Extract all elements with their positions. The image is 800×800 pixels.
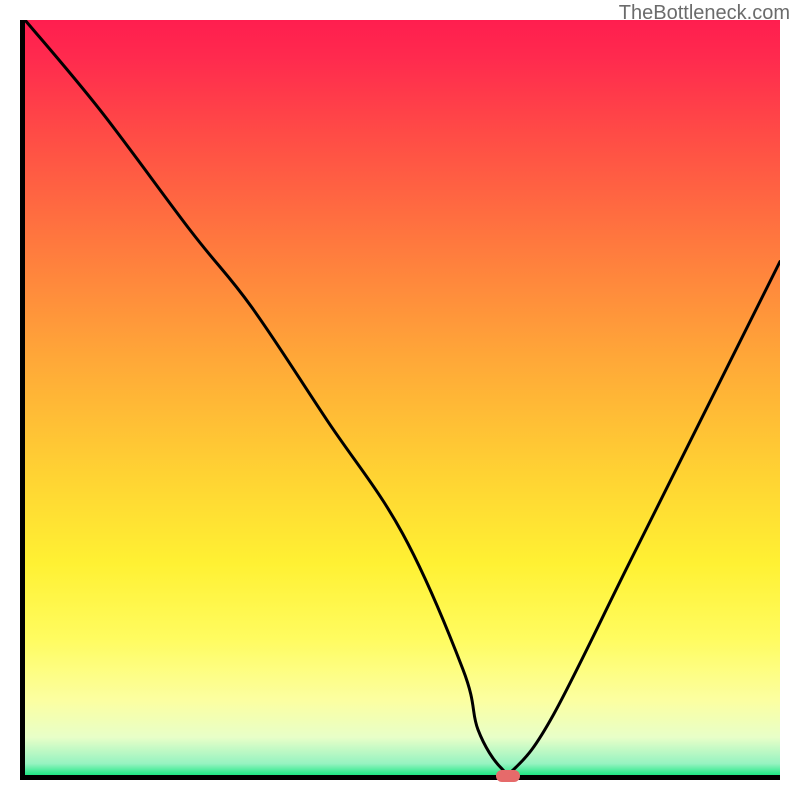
- curve-layer: [25, 20, 780, 775]
- bottleneck-curve: [25, 20, 780, 774]
- bottleneck-chart: TheBottleneck.com: [0, 0, 800, 800]
- plot-area: [20, 20, 780, 780]
- watermark-text: TheBottleneck.com: [619, 2, 790, 25]
- optimal-marker: [496, 770, 520, 782]
